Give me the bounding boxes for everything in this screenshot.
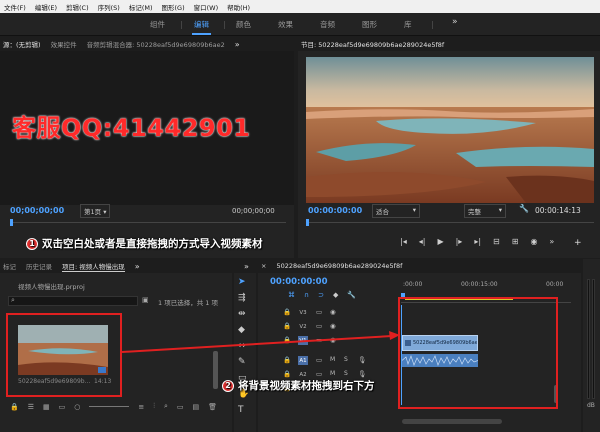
premiere-app: 文件(F) 编辑(E) 剪辑(C) 序列(S) 标记(M) 图形(G) 窗口(W… — [0, 0, 600, 432]
drag-arrow-line — [121, 335, 393, 353]
highlight-box-timeline — [398, 297, 558, 409]
